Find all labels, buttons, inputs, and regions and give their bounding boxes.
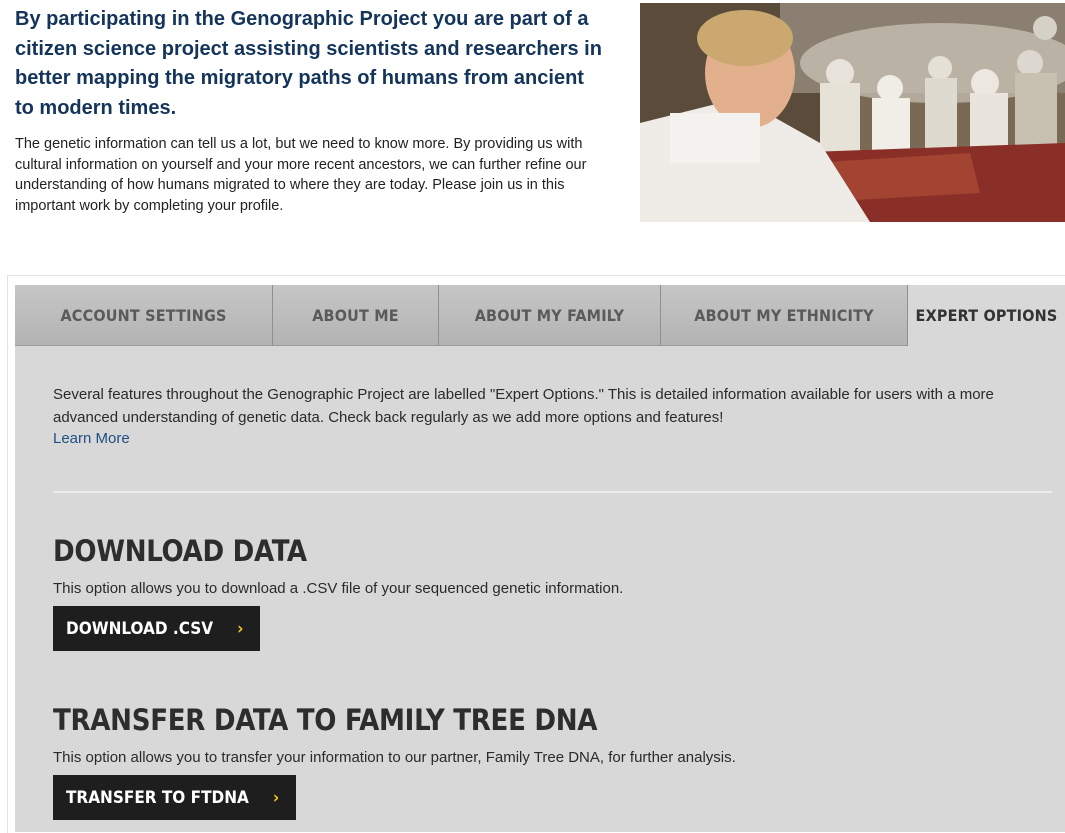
section-divider [53,491,1052,493]
learn-more-link[interactable]: Learn More [53,430,130,447]
field-research-photo [640,3,1065,222]
intro-text: The genetic information can tell us a lo… [15,136,587,214]
expert-options-description: Several features throughout the Genograp… [53,386,994,426]
transfer-ftdna-button[interactable]: TRANSFER TO FTDNA › [53,775,297,820]
tab-about-my-family[interactable]: ABOUT MY FAMILY [439,285,661,346]
transfer-data-title: TRANSFER DATA TO FAMILY TREE DNA [53,703,598,737]
intro-heading: By participating in the Genographic Proj… [15,8,602,119]
tab-about-my-ethnicity[interactable]: ABOUT MY ETHNICITY [661,285,908,346]
tab-about-me[interactable]: ABOUT ME [273,285,439,346]
transfer-data-description: This option allows you to transfer your … [53,749,736,766]
profile-tabs: ACCOUNT SETTINGS ABOUT ME ABOUT MY FAMIL… [15,285,1065,346]
download-data-title: DOWNLOAD DATA [53,534,307,568]
transfer-ftdna-label: TRANSFER TO FTDNA [66,787,249,808]
chevron-right-icon: › [237,618,244,639]
tab-expert-options[interactable]: EXPERT OPTIONS [908,285,1065,346]
expert-options-panel: Several features throughout the Genograp… [15,346,1065,832]
download-data-description: This option allows you to download a .CS… [53,580,624,597]
download-csv-label: DOWNLOAD .CSV [66,618,214,639]
tab-account-settings[interactable]: ACCOUNT SETTINGS [15,285,273,346]
download-csv-button[interactable]: DOWNLOAD .CSV › [53,606,261,651]
chevron-right-icon: › [272,787,280,808]
